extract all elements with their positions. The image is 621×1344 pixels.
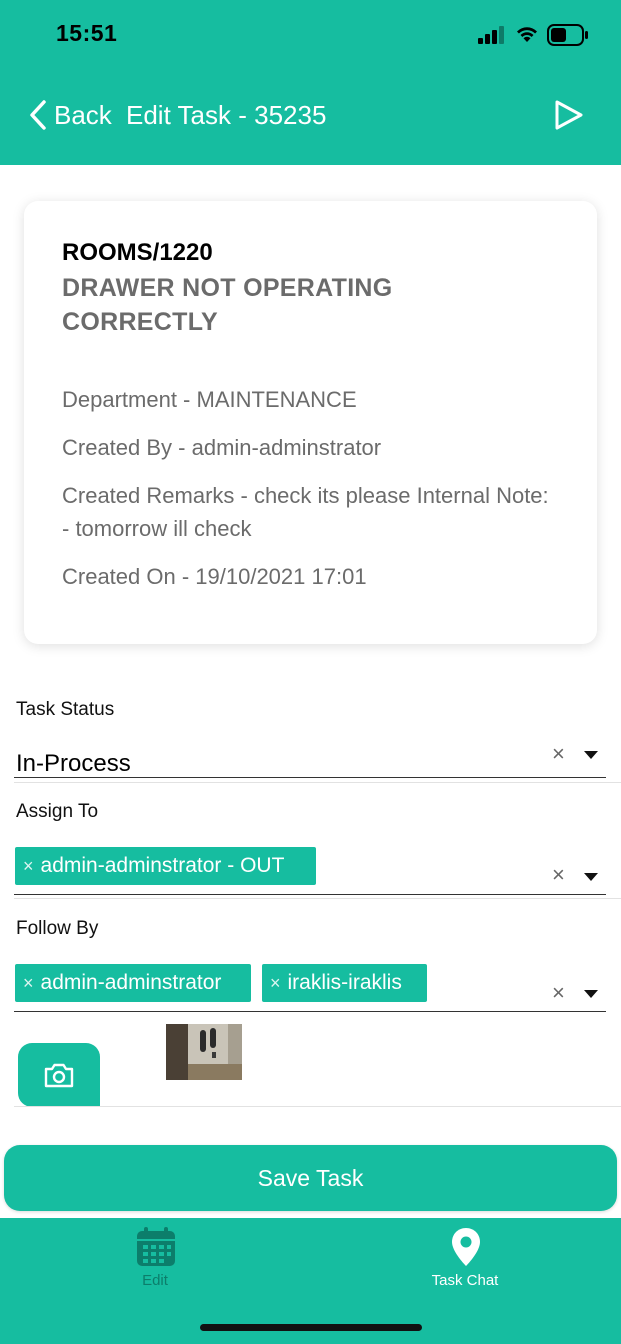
header: 15:51 Back Edit Task - 35235 [0, 0, 621, 165]
calendar-icon [137, 1227, 175, 1266]
back-chevron-icon [30, 100, 46, 130]
chip-label: iraklis-iraklis [287, 971, 402, 994]
assign-to-chip: × admin-adminstrator - OUT [15, 847, 316, 885]
task-status-label: Task Status [16, 699, 115, 720]
assign-to-underline[interactable] [14, 894, 606, 895]
task-card: ROOMS/1220 DRAWER NOT OPERATING CORRECTL… [24, 201, 597, 644]
follow-by-label: Follow By [16, 918, 99, 939]
tab-task-chat-label: Task Chat [431, 1272, 499, 1289]
status-time: 15:51 [56, 20, 118, 46]
task-status-dropdown-icon[interactable] [584, 751, 598, 759]
page-title: Edit Task - 35235 [126, 100, 327, 130]
chip-remove-icon[interactable]: × [23, 856, 34, 877]
follow-by-chip: × iraklis-iraklis [262, 964, 427, 1002]
task-status-underline [14, 777, 606, 778]
assign-to-label: Assign To [16, 801, 99, 822]
created-on-text: Created On - 19/10/2021 17:01 [62, 564, 367, 589]
follow-by-chip: × admin-adminstrator [15, 964, 251, 1002]
camera-icon [44, 1063, 74, 1088]
divider [14, 1106, 621, 1107]
chip-label: admin-adminstrator - OUT [40, 854, 285, 877]
assign-to-dropdown-icon[interactable] [584, 873, 598, 881]
wifi-icon [517, 27, 537, 42]
follow-by-dropdown-icon[interactable] [584, 990, 598, 998]
signal-icon [478, 26, 504, 44]
save-task-button[interactable]: Save Task [4, 1145, 617, 1211]
attached-photo-thumbnail[interactable] [166, 1024, 242, 1080]
room-number: ROOMS/1220 [62, 239, 213, 266]
task-name: DRAWER NOT OPERATING CORRECTLY [62, 274, 393, 336]
chip-remove-icon[interactable]: × [23, 973, 34, 994]
back-label: Back [54, 99, 112, 130]
location-pin-icon [452, 1228, 480, 1266]
chip-label: admin-adminstrator [40, 971, 222, 994]
chip-remove-icon[interactable]: × [270, 973, 281, 994]
assign-to-clear-icon[interactable]: × [552, 862, 565, 888]
home-indicator [200, 1324, 422, 1331]
divider [14, 782, 621, 783]
camera-button[interactable] [18, 1043, 100, 1107]
battery-icon [547, 24, 588, 46]
tab-task-chat[interactable]: Task Chat [365, 1218, 565, 1298]
follow-by-underline[interactable] [14, 1011, 606, 1012]
department-text: Department - MAINTENANCE [62, 387, 357, 412]
task-status-clear-icon[interactable]: × [552, 741, 565, 767]
created-remarks-text: Created Remarks - check its please Inter… [62, 483, 549, 541]
follow-by-clear-icon[interactable]: × [552, 980, 565, 1006]
divider [14, 898, 621, 899]
back-button[interactable]: Back [28, 98, 112, 132]
play-icon[interactable] [552, 98, 586, 132]
created-by-text: Created By - admin-adminstrator [62, 435, 382, 460]
tab-edit[interactable]: Edit [55, 1218, 255, 1298]
tab-edit-label: Edit [142, 1272, 168, 1289]
task-status-select[interactable]: In-Process [16, 750, 131, 778]
